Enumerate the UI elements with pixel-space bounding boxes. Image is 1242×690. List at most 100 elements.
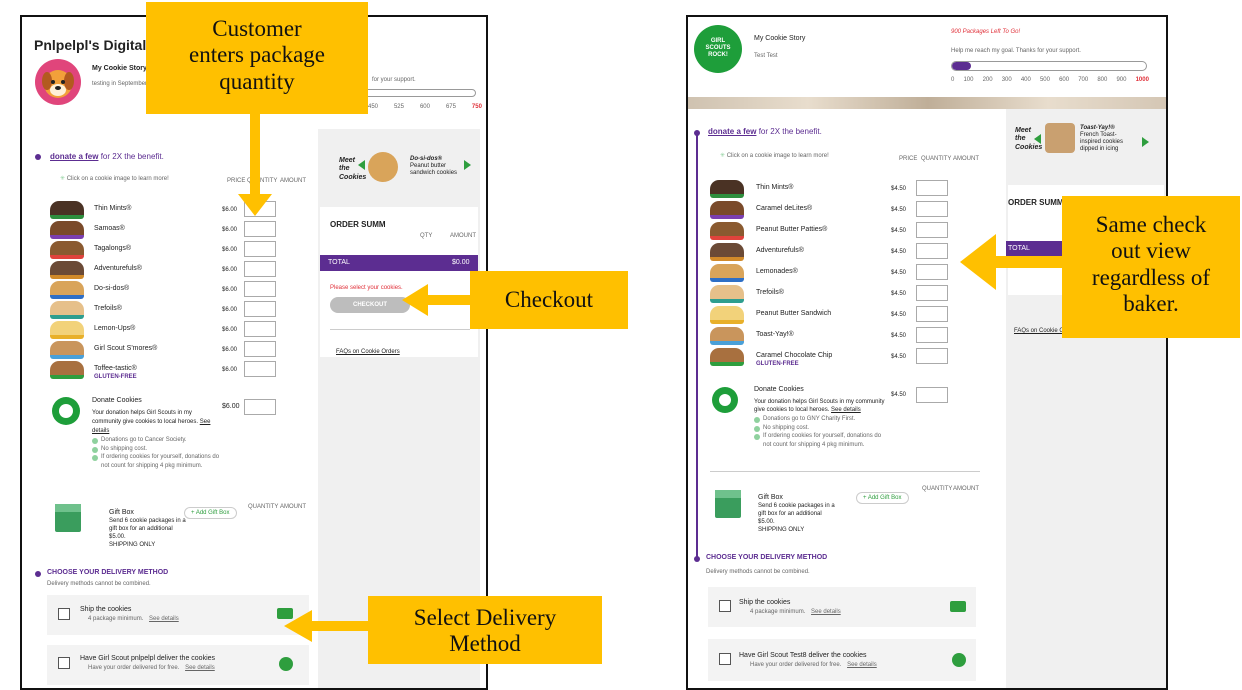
add-gift-box-button[interactable]: + Add Gift Box	[184, 507, 237, 519]
order-summary-title: ORDER SUMMA	[1008, 198, 1070, 207]
cookie-image[interactable]	[710, 222, 744, 240]
cookie-price: $6.00	[222, 247, 238, 253]
cookie-quantity-input[interactable]	[916, 243, 948, 259]
next-cookie-arrow[interactable]	[464, 160, 471, 170]
cookie-image[interactable]	[50, 341, 84, 359]
cookie-quantity-input[interactable]	[244, 221, 276, 237]
ship-checkbox[interactable]	[58, 608, 70, 620]
cookie-image[interactable]	[710, 285, 744, 303]
packages-left: 900 Packages Left To Go!	[951, 29, 1021, 35]
cookie-image[interactable]	[50, 261, 84, 279]
cookie-quantity-input[interactable]	[916, 264, 948, 280]
step-dot	[694, 556, 700, 562]
gift-desc-2: $5.00.	[109, 534, 126, 540]
cookie-image[interactable]	[710, 201, 744, 219]
ship-option[interactable]	[708, 587, 976, 627]
cookie-image[interactable]	[50, 281, 84, 299]
cookie-image[interactable]	[50, 301, 84, 319]
gift-amount-label: AMOUNT	[280, 504, 306, 510]
girl-scout-icon	[952, 653, 966, 667]
cookie-name: Thin Mints®	[94, 205, 132, 212]
cookie-quantity-input[interactable]	[244, 341, 276, 357]
total-label: TOTAL	[1008, 245, 1030, 252]
girl-delivery-checkbox[interactable]	[719, 653, 731, 665]
cookie-image[interactable]	[50, 321, 84, 339]
cookie-quantity-input[interactable]	[244, 301, 276, 317]
cookie-name: Do-si-dos®	[94, 285, 130, 292]
cookie-quantity-input[interactable]	[244, 281, 276, 297]
cookie-image[interactable]	[710, 327, 744, 345]
cookie-price: $4.50	[891, 207, 907, 213]
cookie-quantity-input[interactable]	[916, 348, 948, 364]
donate-cookies-price: $6.00	[222, 403, 240, 410]
avatar	[35, 59, 81, 105]
cookie-quantity-input[interactable]	[916, 327, 948, 343]
cookie-quantity-input[interactable]	[244, 321, 276, 337]
cookie-image[interactable]	[50, 221, 84, 239]
cookie-image[interactable]	[710, 243, 744, 261]
girl-delivery-sub: Have your order delivered for free. See …	[750, 662, 877, 668]
donate-desc-a: Your donation helps Girl Scouts in my	[92, 410, 192, 416]
cookie-image[interactable]	[710, 348, 744, 366]
donate-link[interactable]: donate a few	[708, 127, 756, 136]
cookie-quantity-input[interactable]	[916, 285, 948, 301]
col-amount: AMOUNT	[953, 156, 979, 162]
callout-checkout: Checkout	[470, 271, 628, 329]
trefoil-icon	[712, 387, 738, 413]
checkout-button[interactable]: CHECKOUT	[330, 297, 410, 313]
prev-cookie-arrow[interactable]	[358, 160, 365, 170]
cookie-price: $6.00	[222, 327, 238, 333]
cookie-name: Tagalongs®	[94, 245, 132, 252]
cookie-quantity-input[interactable]	[244, 261, 276, 277]
cookie-image[interactable]	[710, 180, 744, 198]
donate-quantity-input[interactable]	[916, 387, 948, 403]
cookie-quantity-input[interactable]	[916, 201, 948, 217]
cookie-quantity-input[interactable]	[244, 241, 276, 257]
girl-see-details-link[interactable]: See details	[847, 662, 877, 668]
cookie-quantity-input[interactable]	[916, 180, 948, 196]
callout-delivery: Select Delivery Method	[368, 596, 602, 664]
callout-quantity-arrow-shaft	[250, 114, 260, 194]
summary-amount: AMOUNT	[450, 233, 476, 239]
meet-cookie-image[interactable]	[1045, 123, 1075, 153]
donate-line: donate a few for 2X the benefit.	[708, 127, 822, 136]
ship-see-details-link[interactable]: See details	[811, 609, 841, 615]
summary-card	[320, 207, 478, 357]
gift-quantity-label: QUANTITY	[248, 504, 279, 510]
ship-see-details-link[interactable]: See details	[149, 616, 179, 622]
donate-link[interactable]: donate a few	[50, 152, 98, 161]
gluten-free-label: GLUTEN-FREE	[756, 361, 799, 367]
see-details-link[interactable]: See	[200, 419, 211, 425]
check-icon	[754, 425, 760, 432]
meet-cookie-desc-1: inspired cookies	[1080, 139, 1124, 145]
donate-bullet: Donations go to GNY Charity First.	[763, 416, 856, 422]
faq-link[interactable]: FAQs on Cookie Or	[1014, 328, 1066, 334]
cookie-quantity-input[interactable]	[244, 361, 276, 377]
prev-cookie-arrow[interactable]	[1034, 134, 1041, 144]
cookie-image[interactable]	[50, 201, 84, 219]
girl-delivery-checkbox[interactable]	[58, 657, 70, 669]
cookie-image[interactable]	[50, 361, 84, 379]
cookie-image[interactable]	[710, 264, 744, 282]
cookie-quantity-input[interactable]	[916, 222, 948, 238]
girl-see-details-link[interactable]: See details	[185, 665, 215, 671]
cookie-image[interactable]	[710, 306, 744, 324]
ship-checkbox[interactable]	[719, 600, 731, 612]
add-gift-box-button[interactable]: + Add Gift Box	[856, 492, 909, 504]
see-details-link[interactable]: details	[92, 428, 109, 434]
girl-delivery-option[interactable]	[708, 639, 976, 681]
next-cookie-arrow[interactable]	[1142, 137, 1149, 147]
cookie-quantity-input[interactable]	[916, 306, 948, 322]
meet-cookie-image[interactable]	[368, 152, 398, 182]
cookie-price: $4.50	[891, 228, 907, 234]
cookie-image[interactable]	[50, 241, 84, 259]
see-details-link[interactable]: See details	[831, 407, 861, 413]
cookie-price: $4.50	[891, 333, 907, 339]
donate-quantity-input[interactable]	[244, 399, 276, 415]
cookie-name: Adventurefuls®	[756, 247, 804, 254]
meet-cookie-desc-1: sandwich cookies	[410, 170, 458, 176]
faq-link[interactable]: FAQs on Cookie Orders	[336, 349, 400, 355]
callout-quantity-arrow-head	[238, 194, 272, 216]
cookie-name: Adventurefuls®	[94, 265, 142, 272]
ship-option[interactable]	[47, 595, 309, 635]
